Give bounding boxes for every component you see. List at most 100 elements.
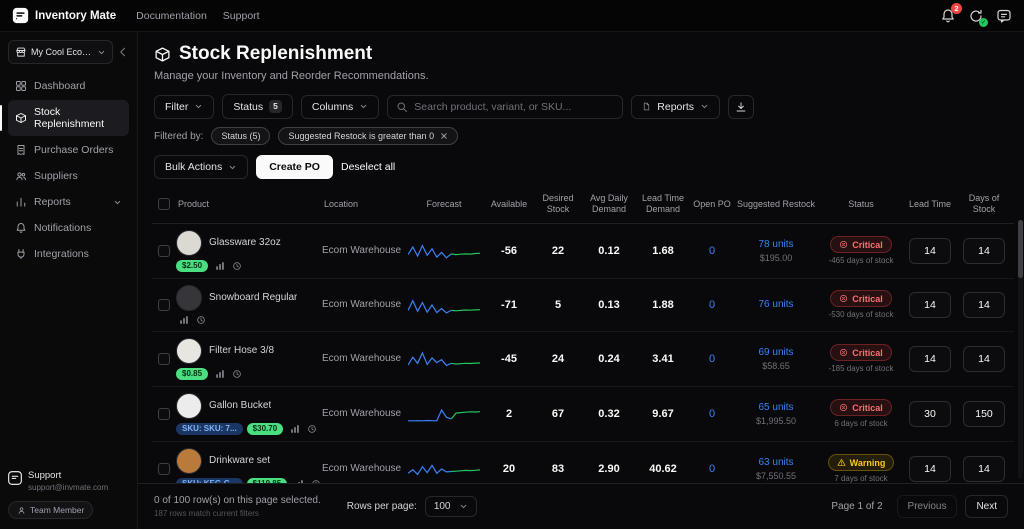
history-button[interactable] (308, 479, 321, 484)
restock-units-link[interactable]: 65 units (734, 402, 818, 413)
sidebar-item-dashboard[interactable]: Dashboard (8, 74, 129, 98)
nav-support[interactable]: Support (223, 10, 260, 22)
column-header-available[interactable]: Available (484, 199, 534, 210)
open-po-link[interactable]: 0 (690, 245, 734, 257)
rows-per-page-select[interactable]: 100 (425, 496, 477, 517)
sidebar-collapse-button[interactable] (117, 46, 129, 58)
open-po-link[interactable]: 0 (690, 463, 734, 475)
demand-chart-button[interactable] (212, 369, 225, 379)
table-row[interactable]: Snowboard RegularEcom Warehouse-7150.131… (152, 279, 1014, 332)
status-filter-button[interactable]: Status 5 (222, 94, 293, 119)
scrollbar-thumb[interactable] (1018, 220, 1023, 278)
columns-button[interactable]: Columns (301, 95, 379, 119)
table-row[interactable]: Glassware 32oz$2.50Ecom Warehouse-56220.… (152, 224, 1014, 279)
team-member-badge[interactable]: Team Member (8, 501, 93, 519)
history-button[interactable] (304, 424, 317, 434)
restock-units-link[interactable]: 76 units (734, 299, 818, 310)
remove-filter-icon[interactable] (440, 132, 448, 140)
table-row[interactable]: Gallon BucketSKU: SKU: 7...$30.70Ecom Wa… (152, 387, 1014, 442)
days-of-stock-input[interactable] (963, 401, 1005, 427)
open-po-link[interactable]: 0 (690, 353, 734, 365)
column-header-days-of-stock[interactable]: Days of Stock (956, 193, 1012, 216)
support-block[interactable]: Support support@invmate.com (8, 470, 129, 492)
column-header-lead-time[interactable]: Lead Time (904, 199, 956, 210)
notifications-bell-icon[interactable]: 2 (940, 8, 956, 24)
column-header-status[interactable]: Status (818, 199, 904, 210)
row-checkbox[interactable] (158, 463, 170, 475)
row-checkbox[interactable] (158, 245, 170, 257)
sidebar-item-stock-replenishment[interactable]: Stock Replenishment (8, 100, 129, 136)
history-button[interactable] (193, 315, 206, 325)
product-name[interactable]: Snowboard Regular (209, 292, 297, 303)
column-header-product[interactable]: Product (176, 199, 322, 210)
sidebar-item-suppliers[interactable]: Suppliers (8, 164, 129, 188)
days-of-stock-input[interactable] (963, 456, 1005, 482)
open-po-link[interactable]: 0 (690, 299, 734, 311)
days-of-stock-input[interactable] (963, 346, 1005, 372)
product-name[interactable]: Filter Hose 3/8 (209, 345, 274, 356)
sidebar-item-purchase-orders[interactable]: Purchase Orders (8, 138, 129, 162)
column-header-desired-stock[interactable]: Desired Stock (534, 193, 582, 216)
sync-status-icon[interactable]: ✓ (968, 8, 984, 24)
column-header-lead-time-demand[interactable]: Lead Time Demand (636, 193, 690, 216)
deselect-all-button[interactable]: Deselect all (341, 161, 395, 173)
row-checkbox[interactable] (158, 353, 170, 365)
avg-daily-demand-cell: 0.32 (582, 408, 636, 420)
days-of-stock-input[interactable] (963, 292, 1005, 318)
demand-chart-button[interactable] (176, 315, 189, 325)
table-scrollbar[interactable] (1018, 220, 1023, 479)
lead-time-input[interactable] (909, 401, 951, 427)
reports-button[interactable]: Reports (631, 95, 720, 119)
status-badge: Critical (830, 290, 892, 307)
status-badge: Critical (830, 236, 892, 253)
search-input[interactable] (414, 101, 614, 113)
restock-units-link[interactable]: 78 units (734, 239, 818, 250)
next-page-button[interactable]: Next (965, 495, 1008, 518)
column-header-location[interactable]: Location (322, 199, 404, 210)
topbar-actions: 2 ✓ (940, 8, 1012, 24)
product-name[interactable]: Glassware 32oz (209, 237, 281, 248)
table-row[interactable]: Drinkware setSKU: KEG-G...$119.85Ecom Wa… (152, 442, 1014, 484)
nav-documentation[interactable]: Documentation (136, 10, 207, 22)
history-button[interactable] (229, 369, 242, 379)
history-button[interactable] (229, 261, 242, 271)
sidebar-item-integrations[interactable]: Integrations (8, 242, 129, 266)
brand[interactable]: Inventory Mate (12, 7, 116, 24)
restock-units-link[interactable]: 69 units (734, 347, 818, 358)
demand-chart-button[interactable] (287, 424, 300, 434)
lead-time-demand-cell: 3.41 (636, 353, 690, 365)
bulk-actions-button[interactable]: Bulk Actions (154, 155, 248, 179)
avg-daily-demand-cell: 0.24 (582, 353, 636, 365)
open-po-link[interactable]: 0 (690, 408, 734, 420)
store-selector[interactable]: My Cool Ecom Store (8, 40, 113, 64)
column-header-avg-daily-demand[interactable]: Avg Daily Demand (582, 193, 636, 216)
replenishment-table: ProductLocationForecastAvailableDesired … (138, 188, 1024, 483)
feedback-chat-icon[interactable] (996, 8, 1012, 24)
demand-chart-button[interactable] (212, 261, 225, 271)
create-po-button[interactable]: Create PO (256, 155, 333, 179)
row-checkbox[interactable] (158, 299, 170, 311)
restock-units-link[interactable]: 63 units (734, 457, 818, 468)
column-header-forecast[interactable]: Forecast (404, 199, 484, 210)
lead-time-input[interactable] (909, 238, 951, 264)
column-header-open-po[interactable]: Open PO (690, 199, 734, 210)
export-download-button[interactable] (728, 95, 754, 119)
lead-time-input[interactable] (909, 456, 951, 482)
filter-chip-restock[interactable]: Suggested Restock is greater than 0 (278, 127, 458, 145)
lead-time-input[interactable] (909, 292, 951, 318)
sidebar: My Cool Ecom Store DashboardStock Replen… (0, 32, 138, 529)
column-header-suggested-restock[interactable]: Suggested Restock (734, 199, 818, 210)
table-row[interactable]: Filter Hose 3/8$0.85Ecom Warehouse-45240… (152, 332, 1014, 387)
sidebar-item-notifications[interactable]: Notifications (8, 216, 129, 240)
previous-page-button[interactable]: Previous (897, 495, 958, 518)
select-all-checkbox[interactable] (158, 198, 170, 210)
days-of-stock-input[interactable] (963, 238, 1005, 264)
filter-chip-status[interactable]: Status (5) (211, 127, 270, 145)
row-checkbox[interactable] (158, 408, 170, 420)
sidebar-item-reports[interactable]: Reports (8, 190, 129, 214)
product-name[interactable]: Gallon Bucket (209, 400, 271, 411)
lead-time-input[interactable] (909, 346, 951, 372)
filter-button[interactable]: Filter (154, 95, 214, 119)
demand-chart-button[interactable] (291, 479, 304, 484)
product-name[interactable]: Drinkware set (209, 455, 270, 466)
